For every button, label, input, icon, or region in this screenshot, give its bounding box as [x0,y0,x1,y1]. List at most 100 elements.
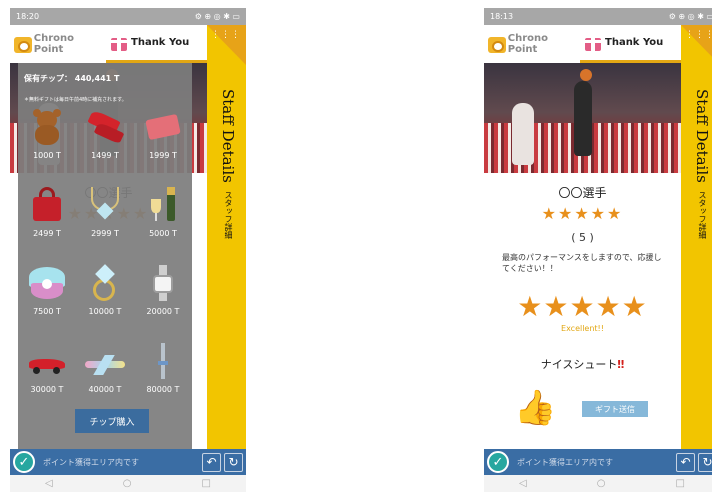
android-nav-bar: ◁ ○ □ [10,475,246,492]
send-gift-button[interactable]: ギフト送信 [582,401,648,417]
tab-bar: Chrono Point Thank You [484,25,681,63]
gift-price: 10000 T [88,307,122,316]
tab-thank-you[interactable]: Thank You [106,25,207,63]
nav-recents-icon[interactable]: □ [676,478,685,489]
gift-handbag[interactable]: 2499 T [18,185,76,263]
player-stars: ★★★★★ [541,204,624,223]
left-phone-screen: 18:20 ⚙ ⊕ ◎ ✱ ▭ Chrono Point Thank You 〇… [10,8,246,492]
tab-label: Thank You [131,37,190,48]
nav-recents-icon[interactable]: □ [202,478,211,489]
gift-airplane[interactable]: 40000 T [76,341,134,419]
refresh-icon[interactable]: ↻ [698,452,712,472]
gift-sports-car[interactable]: 30000 T [18,341,76,419]
status-icons: ⚙ ⊕ ◎ ✱ ▭ [668,12,712,21]
gift-price: 80000 T [146,385,180,394]
gear-icon [488,35,506,53]
thumbs-up-icon: 👍 [514,388,557,428]
gift-price: 2999 T [91,229,119,238]
gift-watch[interactable]: 20000 T [134,263,192,341]
gift-price: 7500 T [33,307,61,316]
staff-details-label: Staff Details スタッフ詳細 [219,89,237,239]
right-phone-screen: 18:13 ⚙ ⊕ ◎ ✱ ▭ Chrono Point Thank You 〇… [484,8,712,492]
gift-price: 2499 T [33,229,61,238]
rating-stars-input[interactable]: ★★★★★ [484,290,681,323]
necklace-icon [85,187,125,223]
bottom-bar: ✓ ポイント獲得エリア内です ↶ ↻ [484,449,712,475]
back-icon[interactable]: ↶ [676,452,695,472]
gift-diamond-ring[interactable]: 10000 T [76,263,134,341]
status-time: 18:13 [490,12,514,21]
status-time: 18:20 [16,12,40,21]
tab-label: Thank You [605,37,664,48]
teddy-bear-icon [27,109,67,145]
side-title: Staff Details [693,89,711,183]
player-message: 最高のパフォーマンスをしますので、応援してください！！ [502,253,662,273]
area-status-text: ポイント獲得エリア内です [517,457,613,467]
check-icon[interactable]: ✓ [487,451,509,473]
gift-price: 1999 T [149,151,177,160]
tab-bar: Chrono Point Thank You [10,25,207,63]
side-title: Staff Details [219,89,237,183]
rating-value: ( 5 ) [571,231,594,244]
gift-high-heels[interactable]: 1499 T [76,107,134,185]
tab-thank-you[interactable]: Thank You [580,25,681,63]
high-heels-icon [85,109,125,145]
area-status-text: ポイント獲得エリア内です [43,457,139,467]
side-panel[interactable]: ⋮⋮⋮ Staff Details スタッフ詳細 [681,25,712,449]
gift-teddy-bear[interactable]: 1000 T [18,107,76,185]
watch-icon [143,265,183,301]
pearl-shell-icon [27,265,67,301]
player-name: 〇〇選手 [558,186,607,200]
menu-dots-icon[interactable]: ⋮⋮⋮ [685,31,712,40]
gift-tower[interactable]: 80000 T [134,341,192,419]
menu-dots-icon[interactable]: ⋮⋮⋮ [211,31,241,40]
side-panel[interactable]: ⋮⋮⋮ Staff Details スタッフ詳細 [207,25,246,449]
status-icons: ⚙ ⊕ ◎ ✱ ▭ [194,12,240,21]
gift-necklace[interactable]: 2999 T [76,185,134,263]
android-nav-bar: ◁ ○ □ [484,475,712,492]
gift-icon [110,33,128,52]
chip-balance: 保有チップ： 440,441 T [24,74,120,83]
sports-car-icon [27,343,67,379]
gift-pearl-shell[interactable]: 7500 T [18,263,76,341]
handbag-icon [27,187,67,223]
nav-home-icon[interactable]: ○ [597,478,606,489]
status-bar: 18:13 ⚙ ⊕ ◎ ✱ ▭ [484,8,712,25]
champagne-icon [143,187,183,223]
gift-price: 1000 T [33,151,61,160]
bottom-bar: ✓ ポイント獲得エリア内です ↶ ↻ [10,449,246,475]
check-icon[interactable]: ✓ [13,451,35,473]
rating-label: Excellent!! [561,324,604,333]
refresh-icon[interactable]: ↻ [224,452,243,472]
status-bar: 18:20 ⚙ ⊕ ◎ ✱ ▭ [10,8,246,25]
gift-wallet[interactable]: 1999 T [134,107,192,185]
comment-text: ナイスシュート‼ [484,356,681,372]
side-subtitle: スタッフ詳細 [698,190,707,239]
nav-back-icon[interactable]: ◁ [45,478,53,489]
gift-price: 30000 T [30,385,64,394]
comment-mark: ‼ [617,358,625,371]
tab-label: Chrono Point [33,33,75,55]
tab-chrono-point[interactable]: Chrono Point [484,25,580,63]
nav-home-icon[interactable]: ○ [123,478,132,489]
nav-back-icon[interactable]: ◁ [519,478,527,489]
comment-body: ナイスシュート [540,358,618,371]
gift-price: 5000 T [149,229,177,238]
gift-price: 20000 T [146,307,180,316]
gear-icon [14,35,32,53]
tower-icon [143,343,183,379]
gift-price: 40000 T [88,385,122,394]
wallet-icon [143,109,183,145]
gift-price: 1499 T [91,151,119,160]
back-icon[interactable]: ↶ [202,452,221,472]
gift-icon [584,33,602,52]
free-gift-note: ＊無料ギフトは毎日午前4時に補充されます。 [24,97,127,103]
tab-chrono-point[interactable]: Chrono Point [10,25,106,63]
buy-chips-button[interactable]: チップ購入 [75,409,149,433]
airplane-icon [85,343,125,379]
gift-champagne[interactable]: 5000 T [134,185,192,263]
diamond-ring-icon [85,264,125,301]
gift-grid: 1000 T 1499 T 1999 T 2499 T 2999 T 5000 … [18,107,192,419]
side-subtitle: スタッフ詳細 [224,190,233,239]
player-photo [484,63,681,173]
